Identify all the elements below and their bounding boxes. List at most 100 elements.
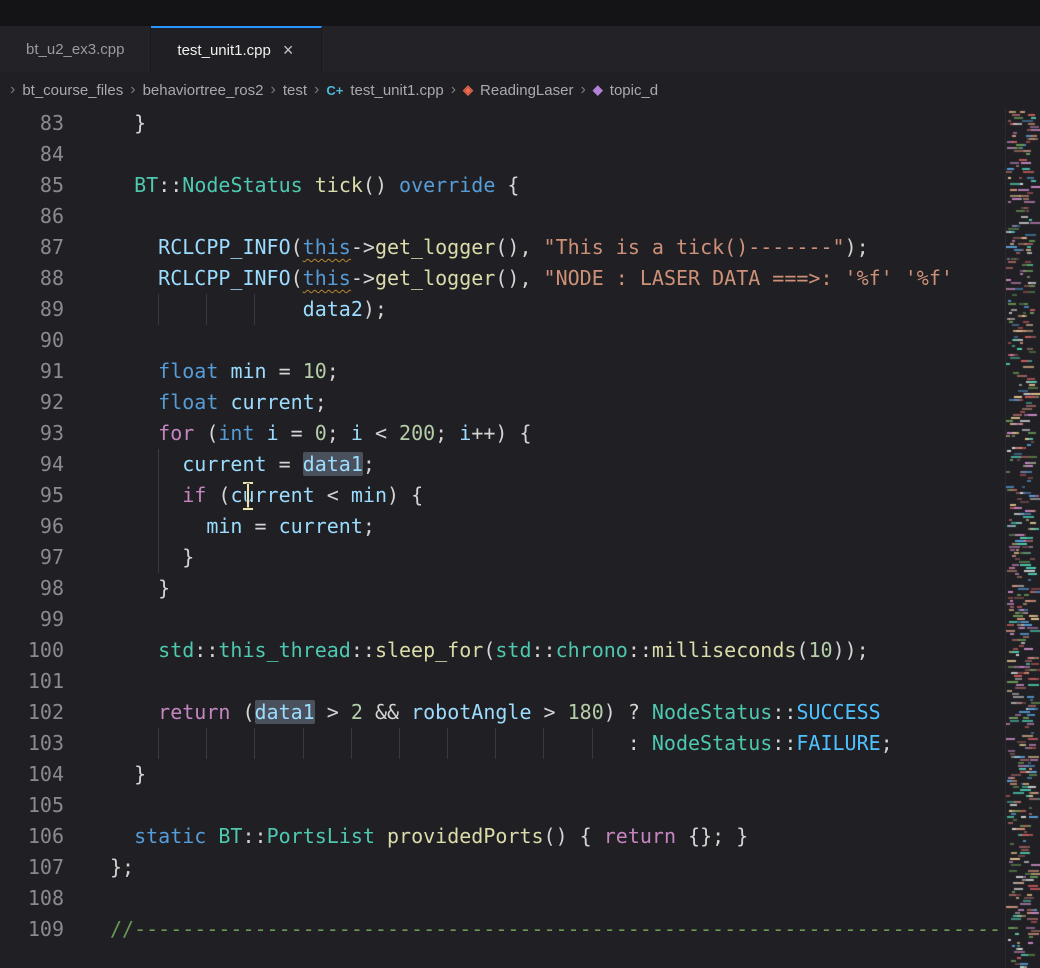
minimap[interactable]	[1005, 108, 1040, 968]
token: this_thread	[218, 638, 350, 662]
code-line[interactable]: 87 RCLCPP_INFO(this->get_logger(), "This…	[0, 232, 1000, 263]
breadcrumb-item[interactable]: test_unit1.cpp	[350, 82, 443, 99]
line-number[interactable]: 109	[0, 914, 110, 945]
token: ::	[351, 638, 375, 662]
editor[interactable]: 83 }8485 BT::NodeStatus tick() override …	[0, 108, 1040, 968]
code-line[interactable]: 107};	[0, 852, 1000, 883]
code-line[interactable]: 101	[0, 666, 1000, 697]
code-text: BT::NodeStatus tick() override {	[110, 170, 1000, 201]
line-number[interactable]: 91	[0, 356, 110, 387]
token: RCLCPP_INFO	[158, 266, 290, 290]
line-number[interactable]: 88	[0, 263, 110, 294]
line-number[interactable]: 90	[0, 325, 110, 356]
code-line[interactable]: 90	[0, 325, 1000, 356]
line-number[interactable]: 89	[0, 294, 110, 325]
code-line[interactable]: 97 }	[0, 542, 1000, 573]
token: <	[363, 421, 399, 445]
code-line[interactable]: 83 }	[0, 108, 1000, 139]
token	[375, 824, 387, 848]
token: std	[495, 638, 531, 662]
line-number[interactable]: 83	[0, 108, 110, 139]
token: milliseconds	[652, 638, 797, 662]
close-icon[interactable]: ×	[281, 41, 296, 59]
code-line[interactable]: 85 BT::NodeStatus tick() override {	[0, 170, 1000, 201]
line-number[interactable]: 87	[0, 232, 110, 263]
code-text	[110, 883, 1000, 914]
line-number[interactable]: 84	[0, 139, 110, 170]
line-number[interactable]: 104	[0, 759, 110, 790]
token: {	[495, 173, 519, 197]
indent-guide	[158, 728, 159, 759]
token: float	[158, 390, 218, 414]
token: current	[230, 483, 314, 507]
tab-bt_u2_ex3[interactable]: bt_u2_ex3.cpp	[0, 26, 151, 72]
token	[218, 359, 230, 383]
line-number[interactable]: 92	[0, 387, 110, 418]
line-number[interactable]: 102	[0, 697, 110, 728]
code-line[interactable]: 98 }	[0, 573, 1000, 604]
token: get_logger	[375, 235, 495, 259]
code-area[interactable]: 83 }8485 BT::NodeStatus tick() override …	[0, 108, 1000, 968]
breadcrumb-item[interactable]: behaviortree_ros2	[143, 82, 264, 99]
line-number[interactable]: 105	[0, 790, 110, 821]
indent-guide	[158, 511, 159, 542]
minimap-canvas	[1006, 108, 1040, 968]
line-number[interactable]: 85	[0, 170, 110, 201]
line-number[interactable]: 99	[0, 604, 110, 635]
line-number[interactable]: 108	[0, 883, 110, 914]
code-text: return (data1 > 2 && robotAngle > 180) ?…	[110, 697, 1000, 728]
line-number[interactable]: 107	[0, 852, 110, 883]
token: =	[279, 421, 315, 445]
code-line[interactable]: 106 static BT::PortsList providedPorts()…	[0, 821, 1000, 852]
token: >	[532, 700, 568, 724]
token: ;	[327, 421, 351, 445]
token: current	[182, 452, 266, 476]
token: ::	[194, 638, 218, 662]
code-line[interactable]: 96 min = current;	[0, 511, 1000, 542]
line-number[interactable]: 93	[0, 418, 110, 449]
breadcrumb-item[interactable]: ReadingLaser	[480, 82, 573, 99]
code-line[interactable]: 103 : NodeStatus::FAILURE;	[0, 728, 1000, 759]
token: chrono	[556, 638, 628, 662]
line-number[interactable]: 97	[0, 542, 110, 573]
code-line[interactable]: 89 data2);	[0, 294, 1000, 325]
code-line[interactable]: 93 for (int i = 0; i < 200; i++) {	[0, 418, 1000, 449]
chevron-right-icon: ›	[580, 81, 585, 99]
code-text	[110, 666, 1000, 697]
line-number[interactable]: 100	[0, 635, 110, 666]
line-number[interactable]: 94	[0, 449, 110, 480]
breadcrumb-item[interactable]: topic_d	[610, 82, 658, 99]
code-line[interactable]: 100 std::this_thread::sleep_for(std::chr…	[0, 635, 1000, 666]
code-line[interactable]: 84	[0, 139, 1000, 170]
code-line[interactable]: 92 float current;	[0, 387, 1000, 418]
code-line[interactable]: 88 RCLCPP_INFO(this->get_logger(), "NODE…	[0, 263, 1000, 294]
token: ::	[531, 638, 555, 662]
code-line[interactable]: 95 if (current < min) {	[0, 480, 1000, 511]
line-number[interactable]: 86	[0, 201, 110, 232]
code-line[interactable]: 105	[0, 790, 1000, 821]
breadcrumb-item[interactable]: test	[283, 82, 307, 99]
class-symbol-icon: ◈	[463, 82, 473, 98]
code-line[interactable]: 104 }	[0, 759, 1000, 790]
line-number[interactable]: 95	[0, 480, 110, 511]
code-line[interactable]: 91 float min = 10;	[0, 356, 1000, 387]
token	[110, 235, 158, 259]
code-text: }	[110, 542, 1000, 573]
line-number[interactable]: 106	[0, 821, 110, 852]
token: 180	[568, 700, 604, 724]
token: this	[303, 266, 351, 290]
breadcrumb-item[interactable]: bt_course_files	[22, 82, 123, 99]
code-line[interactable]: 94 current = data1;	[0, 449, 1000, 480]
line-number[interactable]: 101	[0, 666, 110, 697]
token: }	[110, 576, 170, 600]
code-line[interactable]: 109//-----------------------------------…	[0, 914, 1000, 945]
line-number[interactable]: 103	[0, 728, 110, 759]
code-line[interactable]: 108	[0, 883, 1000, 914]
code-line[interactable]: 86	[0, 201, 1000, 232]
token: ()	[363, 173, 399, 197]
line-number[interactable]: 98	[0, 573, 110, 604]
code-line[interactable]: 102 return (data1 > 2 && robotAngle > 18…	[0, 697, 1000, 728]
line-number[interactable]: 96	[0, 511, 110, 542]
tab-test_unit1[interactable]: test_unit1.cpp ×	[151, 26, 322, 72]
code-line[interactable]: 99	[0, 604, 1000, 635]
